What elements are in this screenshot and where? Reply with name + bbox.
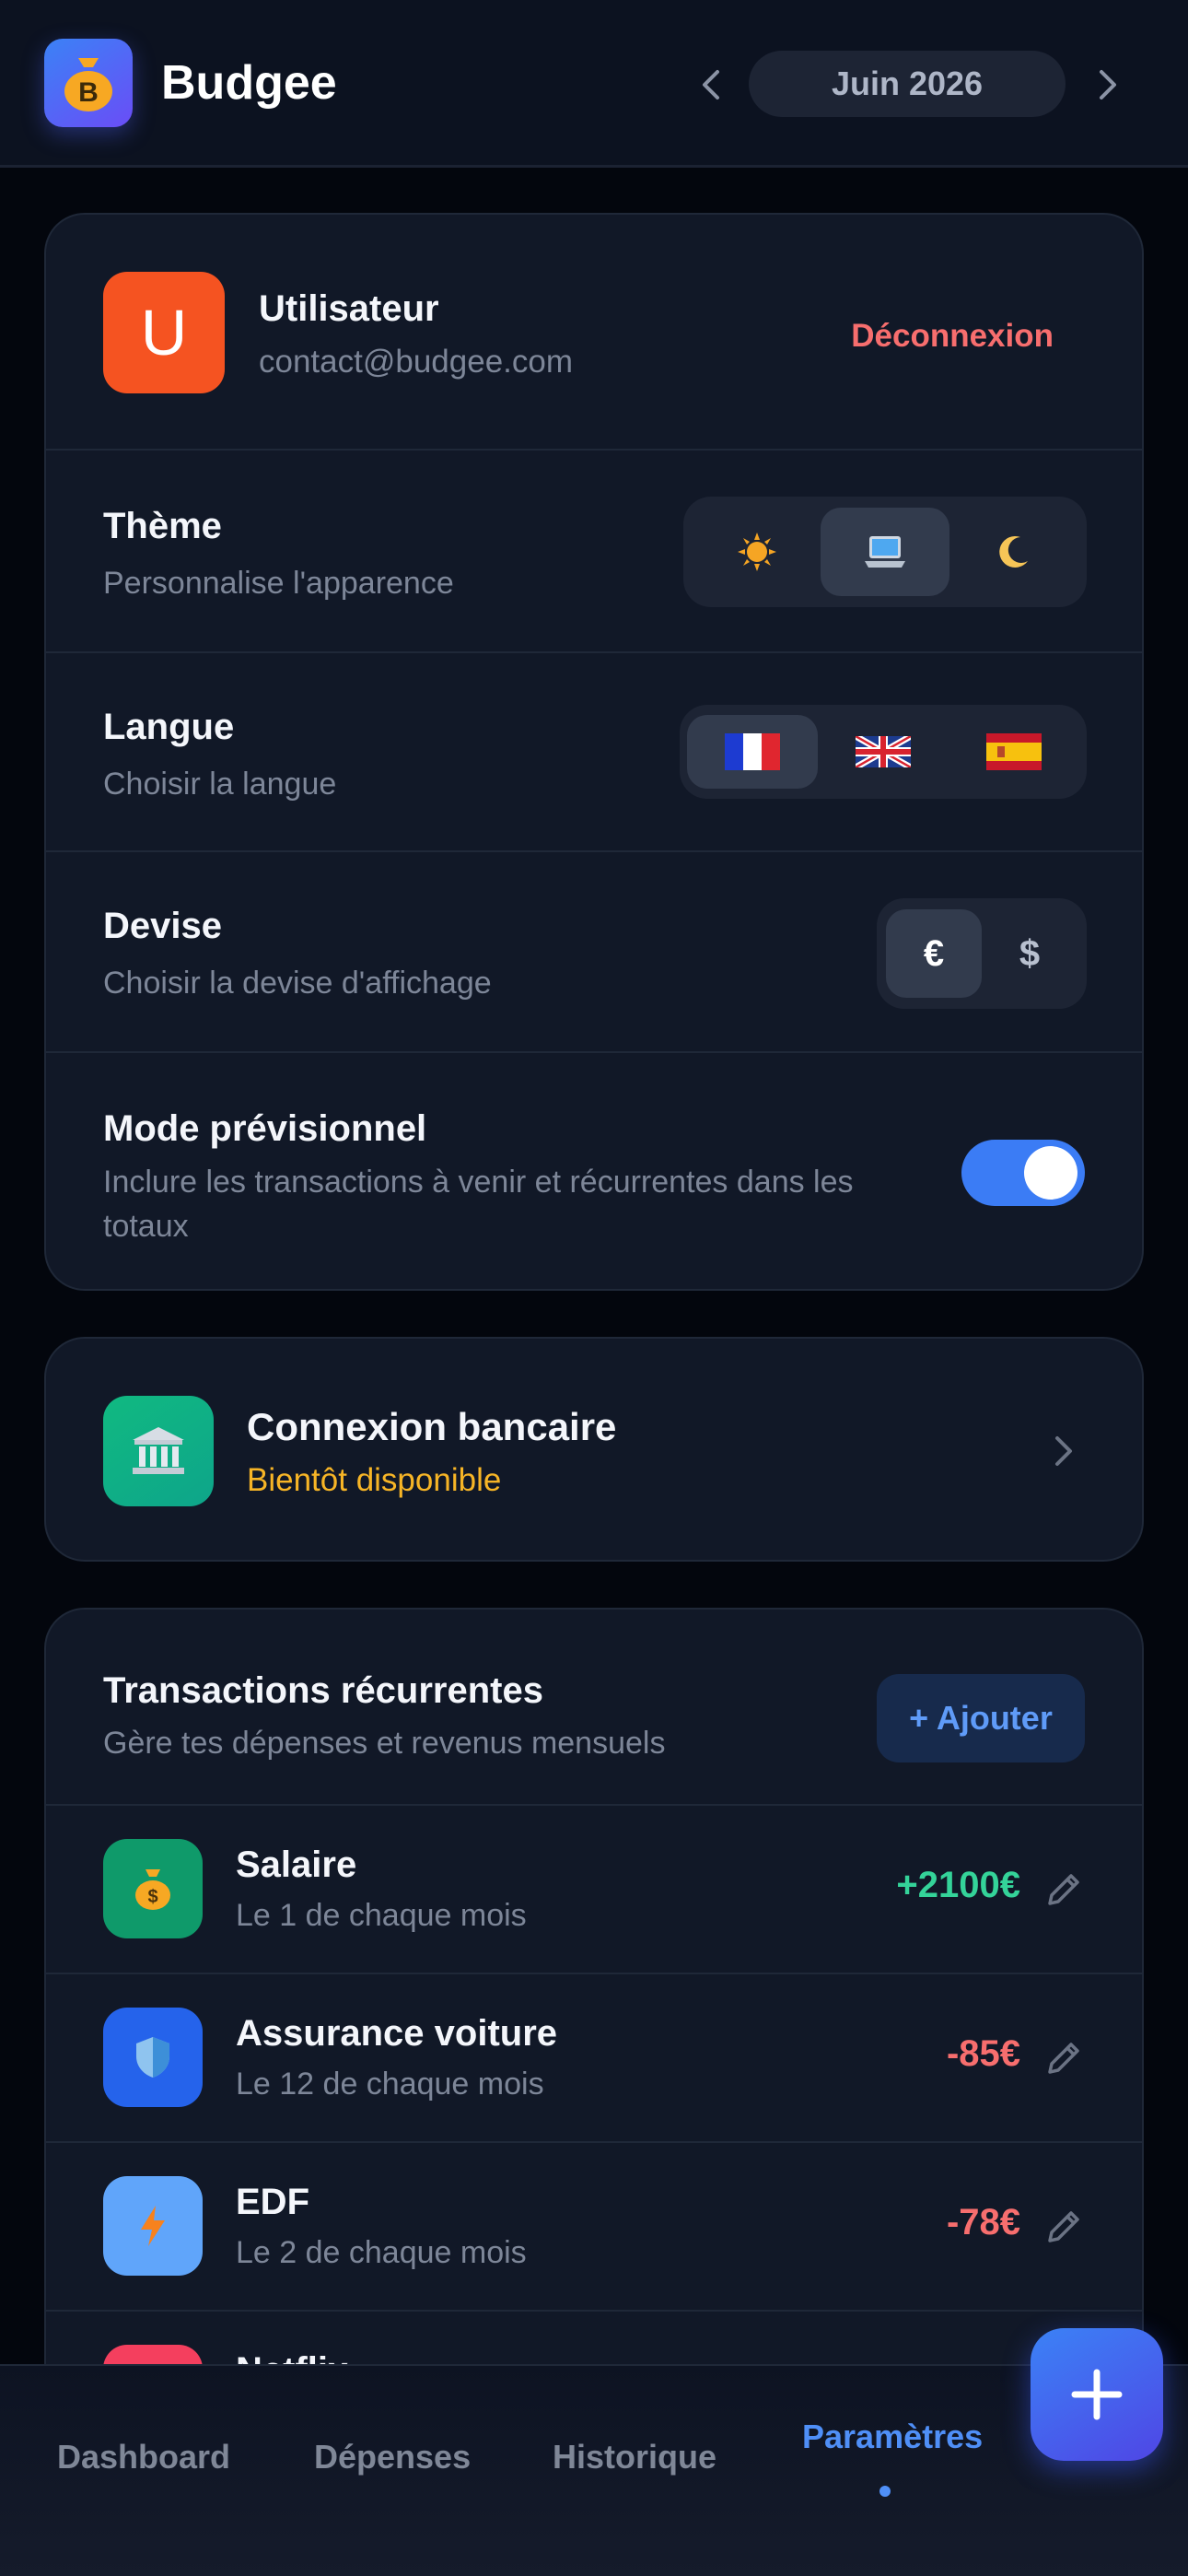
language-title: Langue [103,707,235,747]
bank-icon [133,1427,184,1474]
month-selector[interactable]: Juin 2026 [749,51,1066,117]
edit-pencil-icon[interactable] [1042,2037,1085,2079]
currency-eur-option[interactable]: € [886,909,982,998]
nav-dashboard[interactable]: Dashboard [57,2438,230,2476]
transaction-amount: +2100€ [896,1865,1020,1905]
list-item[interactable]: $ Salaire Le 1 de chaque mois +2100€ [46,1806,1142,1974]
edit-pencil-icon[interactable] [1042,2206,1085,2248]
svg-text:$: $ [147,1887,157,1907]
svg-text:B: B [78,77,99,108]
language-fr-option[interactable] [687,715,818,789]
bottom-navigation: Dashboard Dépenses Historique Paramètres [0,2364,1188,2576]
logout-button[interactable]: Déconnexion [851,318,1054,355]
transaction-name: Salaire [236,1844,357,1885]
transaction-amount: -85€ [946,2033,1020,2074]
user-name: Utilisateur [259,288,439,329]
theme-system-option[interactable] [821,508,949,596]
language-en-option[interactable] [818,715,949,789]
nav-settings[interactable]: Paramètres [802,2418,983,2456]
flag-uk-icon [856,736,911,767]
shield-icon [136,2037,169,2078]
lightning-icon [141,2206,165,2246]
account-row: U Utilisateur contact@budgee.com Déconne… [46,215,1142,451]
currency-subtitle: Choisir la devise d'affichage [103,966,492,1001]
transaction-amount: -78€ [946,2202,1020,2242]
theme-light-option[interactable] [693,508,821,596]
currency-usd-option[interactable]: $ [982,909,1077,998]
chevron-right-icon [1100,70,1116,100]
chevron-right-icon [1055,1436,1072,1466]
language-es-option[interactable] [949,715,1079,789]
transaction-icon-tile: $ [103,1839,203,1938]
next-month-button[interactable] [1089,63,1126,107]
recurring-header: Transactions récurrentes Gère tes dépens… [46,1610,1142,1806]
language-selector [680,705,1087,799]
transaction-schedule: Le 1 de chaque mois [236,1898,527,1933]
app-title: Budgee [161,56,337,110]
theme-row: Thème Personnalise l'apparence [46,451,1142,653]
bank-title: Connexion bancaire [247,1405,617,1448]
language-row: Langue Choisir la langue [46,653,1142,852]
forecast-row: Mode prévisionnel Inclure les transactio… [46,1053,1142,1289]
edit-pencil-icon[interactable] [1042,1868,1085,1911]
app-header: B Budgee Juin 2026 [0,0,1188,168]
add-transaction-fab[interactable] [1031,2328,1163,2461]
nav-expenses[interactable]: Dépenses [314,2438,471,2476]
language-subtitle: Choisir la langue [103,767,337,802]
list-item[interactable]: Assurance voiture Le 12 de chaque mois -… [46,1974,1142,2143]
money-bag-icon: $ [135,1869,170,1910]
bank-open-button[interactable] [1050,1431,1077,1471]
bank-connection-card[interactable]: Connexion bancaire Bientôt disponible [44,1337,1144,1562]
theme-selector [683,497,1087,607]
flag-es-icon [986,733,1042,770]
laptop-icon [864,536,905,568]
bank-status: Bientôt disponible [247,1462,502,1498]
nav-history[interactable]: Historique [553,2438,716,2476]
add-recurring-button[interactable]: + Ajouter [877,1674,1085,1762]
chevron-left-icon [703,70,719,100]
sun-icon [737,533,776,571]
settings-card: U Utilisateur contact@budgee.com Déconne… [44,213,1144,1291]
transaction-icon-tile [103,2008,203,2107]
app-logo: B [44,39,133,127]
theme-title: Thème [103,506,222,546]
flag-fr-icon [725,733,780,770]
previous-month-button[interactable] [693,63,729,107]
list-item[interactable]: EDF Le 2 de chaque mois -78€ [46,2143,1142,2312]
active-tab-indicator [879,2486,891,2497]
toggle-knob [1024,1146,1077,1200]
forecast-title: Mode prévisionnel [103,1108,427,1149]
transaction-icon-tile [103,2176,203,2276]
transaction-schedule: Le 12 de chaque mois [236,2067,544,2102]
transaction-name: Assurance voiture [236,2013,558,2054]
theme-dark-option[interactable] [949,508,1077,596]
currency-selector: € $ [877,898,1087,1009]
avatar: U [103,272,225,393]
plus-icon [1071,2369,1123,2420]
recurring-title: Transactions récurrentes [103,1670,543,1711]
moon-icon [999,535,1029,568]
theme-subtitle: Personnalise l'apparence [103,566,454,601]
currency-row: Devise Choisir la devise d'affichage € $ [46,852,1142,1053]
forecast-toggle[interactable] [961,1140,1085,1206]
recurring-subtitle: Gère tes dépenses et revenus mensuels [103,1726,666,1761]
transaction-schedule: Le 2 de chaque mois [236,2235,527,2270]
money-bag-logo-icon: B [64,58,112,111]
settings-screen: B Budgee Juin 2026 U Utilisateur contact… [0,0,1188,2576]
bank-icon-tile [103,1396,214,1506]
forecast-subtitle: Inclure les transactions à venir et récu… [103,1165,854,1244]
currency-title: Devise [103,906,222,946]
user-email: contact@budgee.com [259,344,574,380]
transaction-name: EDF [236,2182,309,2222]
